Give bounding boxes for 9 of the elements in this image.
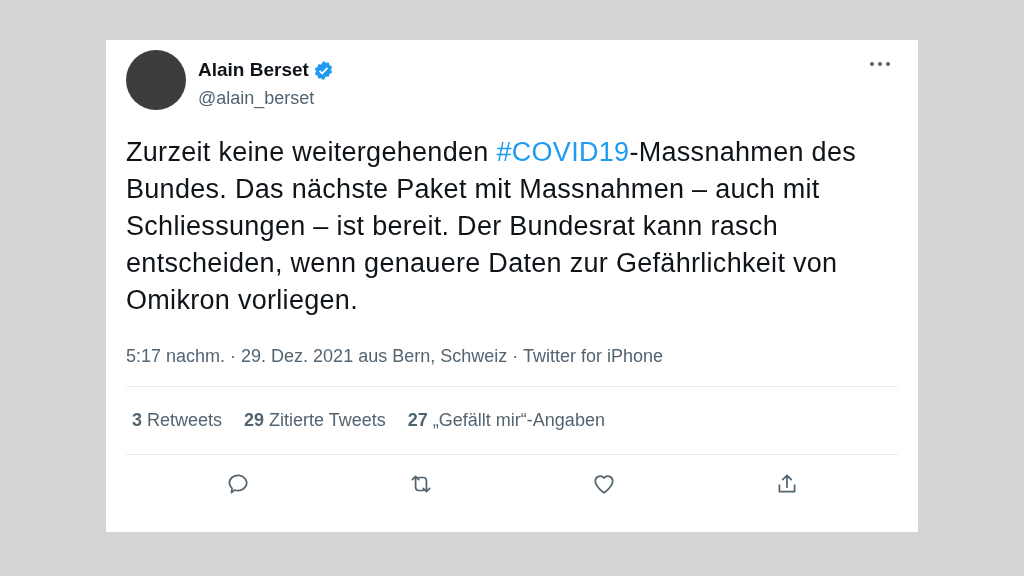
- tweet-text: Zurzeit keine weitergehenden #COVID19-Massnahmen des Bundes. Das nächste Paket mit Massnahmen – auch mit Schliessungen – ist bereit. Der Bundesrat kann rasch entscheiden, wenn genauere Daten zur Gefährlichkeit von Omikron vorliegen.: [126, 135, 857, 317]
- tweet-timestamp: 5:17 nachm. · 29. Dez. 2021 aus Bern, Schweiz · Twitter for iPhone: [126, 345, 663, 366]
- stat-link[interactable]: 29 Zitierte Tweets: [244, 406, 386, 434]
- stat-link[interactable]: 3 Retweets: [132, 406, 223, 434]
- stat-link[interactable]: 27 „Gefällt mir“-Angaben: [407, 406, 605, 434]
- author-name[interactable]: Alain Berset: [198, 56, 309, 85]
- avatar: [126, 50, 186, 110]
- author-handle[interactable]: @alain_berset: [198, 84, 856, 112]
- more-options-icon[interactable]: [868, 60, 892, 68]
